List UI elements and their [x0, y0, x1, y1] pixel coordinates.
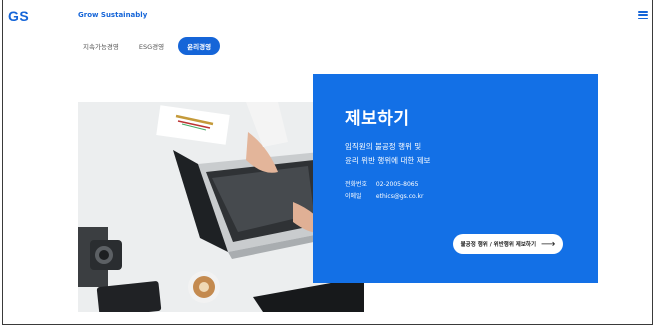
- email-label: 이메일: [345, 193, 362, 200]
- email-value[interactable]: ethics@gs.co.kr: [376, 193, 424, 200]
- arrow-right-icon: ⟶: [541, 238, 556, 250]
- sub-navigation: 지속가능경영 ESG경영 윤리경영: [83, 37, 221, 55]
- email-row: 이메일 ethics@gs.co.kr: [345, 191, 423, 203]
- tab-esg[interactable]: ESG경영: [139, 41, 164, 51]
- tab-sustainability[interactable]: 지속가능경영: [83, 41, 119, 51]
- report-button-label: 불공정 행위 / 위반행위 제보하기: [460, 242, 537, 248]
- phone-value: 02-2005-8065: [375, 181, 419, 188]
- report-button[interactable]: 불공정 행위 / 위반행위 제보하기 ⟶: [453, 234, 563, 254]
- tagline: Grow Sustainably: [78, 11, 148, 19]
- phone-label: 전화번호: [345, 181, 368, 188]
- description-line-2: 윤리 위반 행위에 대한 제보: [345, 156, 431, 165]
- report-card: 제보하기 임직원의 불공정 행위 및 윤리 위반 행위에 대한 제보 전화번호 …: [313, 74, 598, 283]
- description-line-1: 임직원의 불공정 행위 및: [345, 142, 422, 151]
- card-description: 임직원의 불공정 행위 및 윤리 위반 행위에 대한 제보: [345, 140, 430, 168]
- contact-info: 전화번호 02-2005-8065 이메일 ethics@gs.co.kr: [345, 179, 423, 203]
- gs-logo[interactable]: GS: [8, 8, 29, 24]
- tab-ethics[interactable]: 윤리경영: [178, 37, 221, 55]
- phone-row: 전화번호 02-2005-8065: [345, 179, 423, 191]
- card-title: 제보하기: [345, 109, 410, 129]
- hamburger-menu-icon[interactable]: [638, 11, 648, 19]
